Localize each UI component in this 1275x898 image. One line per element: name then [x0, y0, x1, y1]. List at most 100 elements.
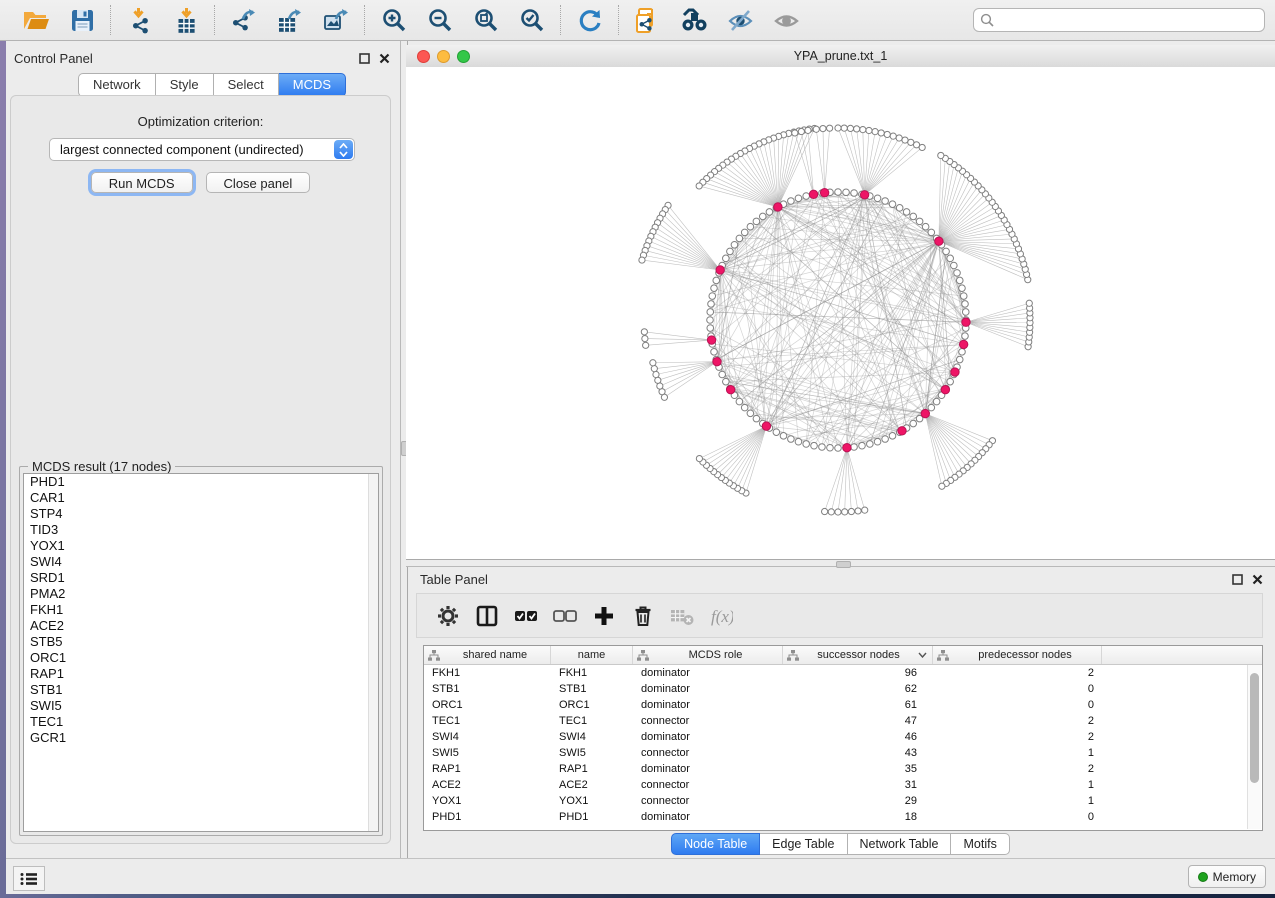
function-builder-button[interactable]: f(x)	[708, 603, 734, 629]
tab-mcds[interactable]: MCDS	[279, 73, 346, 97]
mcds-result-group: MCDS result (17 nodes) PHD1CAR1STP4TID3Y…	[19, 466, 383, 836]
screen: Control Panel NetworkStyleSelectMCDS Opt…	[0, 0, 1275, 898]
float-table-panel-icon[interactable]	[1232, 574, 1243, 585]
tab-network-table[interactable]: Network Table	[848, 833, 952, 855]
close-panel-icon[interactable]	[379, 53, 390, 64]
mcds-result-item[interactable]: CAR1	[24, 490, 378, 506]
mcds-result-item[interactable]: STB1	[24, 682, 378, 698]
zoom-out-button[interactable]	[425, 5, 455, 35]
mcds-result-item[interactable]: STP4	[24, 506, 378, 522]
zoom-in-button[interactable]	[379, 5, 409, 35]
mcds-result-item[interactable]: GCR1	[24, 730, 378, 746]
search-box[interactable]	[973, 8, 1265, 32]
node-table[interactable]: shared namenameMCDS rolesuccessor nodesp…	[423, 645, 1263, 831]
table-row[interactable]: ORC1ORC1dominator610	[424, 697, 1262, 713]
zoom-in-icon	[381, 7, 408, 34]
cell-name: YOX1	[551, 793, 633, 809]
search-network-button[interactable]	[679, 5, 709, 35]
toolbar-group	[620, 5, 814, 35]
columns-button[interactable]	[474, 603, 500, 629]
cell-shared-name: TEC1	[424, 713, 551, 729]
deselect-all-button[interactable]	[552, 603, 578, 629]
mcds-list-scrollbar[interactable]	[368, 474, 378, 831]
hide-selected-button[interactable]	[725, 5, 755, 35]
column-header-shared-name[interactable]: shared name	[424, 646, 551, 664]
zoom-selected-button[interactable]	[517, 5, 547, 35]
mcds-result-item[interactable]: FKH1	[24, 602, 378, 618]
tab-network[interactable]: Network	[78, 73, 156, 97]
mcds-result-item[interactable]: RAP1	[24, 666, 378, 682]
tab-motifs[interactable]: Motifs	[951, 833, 1009, 855]
mcds-result-item[interactable]: TEC1	[24, 714, 378, 730]
column-header-predecessor-nodes[interactable]: predecessor nodes	[933, 646, 1102, 664]
mcds-result-item[interactable]: STB5	[24, 634, 378, 650]
delete-row-button[interactable]	[630, 603, 656, 629]
import-network-button[interactable]	[125, 5, 155, 35]
table-row[interactable]: PHD1PHD1dominator180	[424, 809, 1262, 825]
export-network-button[interactable]	[229, 5, 259, 35]
table-row[interactable]: FKH1FKH1dominator962	[424, 665, 1262, 681]
mcds-result-item[interactable]: ACE2	[24, 618, 378, 634]
mcds-result-item[interactable]: TID3	[24, 522, 378, 538]
mcds-result-item[interactable]: ORC1	[24, 650, 378, 666]
table-scrollbar-thumb[interactable]	[1250, 673, 1259, 783]
export-table-button[interactable]	[275, 5, 305, 35]
table-row[interactable]: SWI4SWI4dominator462	[424, 729, 1262, 745]
horizontal-splitter[interactable]	[406, 559, 1275, 567]
network-graph[interactable]	[406, 67, 1275, 559]
cell-shared-name: RAP1	[424, 761, 551, 777]
cell-predecessor-nodes: 2	[933, 729, 1102, 745]
table-row[interactable]: YOX1YOX1connector291	[424, 793, 1262, 809]
tab-edge-table[interactable]: Edge Table	[760, 833, 847, 855]
import-table-button[interactable]	[171, 5, 201, 35]
add-row-button[interactable]	[591, 603, 617, 629]
tab-node-table[interactable]: Node Table	[671, 833, 760, 855]
close-panel-button[interactable]: Close panel	[206, 172, 311, 193]
mcds-result-item[interactable]: PHD1	[24, 474, 378, 490]
cell-name: FKH1	[551, 665, 633, 681]
gear-button[interactable]	[435, 603, 461, 629]
zoom-fit-button[interactable]	[471, 5, 501, 35]
column-header-MCDS-role[interactable]: MCDS role	[633, 646, 783, 664]
save-session-button[interactable]	[67, 5, 97, 35]
column-header-name[interactable]: name	[551, 646, 633, 664]
mcds-result-item[interactable]: YOX1	[24, 538, 378, 554]
network-canvas[interactable]	[406, 67, 1275, 559]
open-file-button[interactable]	[21, 5, 51, 35]
run-mcds-button[interactable]: Run MCDS	[91, 172, 193, 193]
close-table-panel-icon[interactable]	[1252, 574, 1263, 585]
optimization-criterion-label: Optimization criterion:	[11, 114, 390, 129]
delete-table-button[interactable]	[669, 603, 695, 629]
mcds-result-item[interactable]: SWI4	[24, 554, 378, 570]
task-history-button[interactable]	[13, 866, 45, 891]
table-row[interactable]: TEC1TEC1connector472	[424, 713, 1262, 729]
network-titlebar[interactable]: YPA_prune.txt_1	[406, 45, 1275, 68]
mcds-result-item[interactable]: PMA2	[24, 586, 378, 602]
cell-successor-nodes: 43	[783, 745, 933, 761]
show-all-button[interactable]	[771, 5, 801, 35]
mcds-result-list[interactable]: PHD1CAR1STP4TID3YOX1SWI4SRD1PMA2FKH1ACE2…	[23, 473, 379, 832]
select-stepper-icon[interactable]	[334, 140, 353, 159]
table-row[interactable]: STB1STB1dominator620	[424, 681, 1262, 697]
float-panel-icon[interactable]	[359, 53, 370, 64]
export-image-button[interactable]	[321, 5, 351, 35]
table-row[interactable]: SWI5SWI5connector431	[424, 745, 1262, 761]
tab-style[interactable]: Style	[156, 73, 214, 97]
memory-button[interactable]: Memory	[1188, 865, 1266, 888]
refresh-view-button[interactable]	[575, 5, 605, 35]
tab-select[interactable]: Select	[214, 73, 279, 97]
show-all-icon	[773, 7, 800, 34]
select-all-button[interactable]	[513, 603, 539, 629]
search-network-icon	[681, 7, 708, 34]
criterion-select[interactable]: largest connected component (undirected)	[49, 138, 355, 161]
table-row[interactable]: ACE2ACE2connector311	[424, 777, 1262, 793]
cell-name: ACE2	[551, 777, 633, 793]
mcds-result-item[interactable]: SRD1	[24, 570, 378, 586]
cell-successor-nodes: 61	[783, 697, 933, 713]
table-row[interactable]: RAP1RAP1dominator352	[424, 761, 1262, 777]
table-scrollbar[interactable]	[1247, 665, 1261, 829]
clone-network-button[interactable]	[633, 5, 663, 35]
column-header-successor-nodes[interactable]: successor nodes	[783, 646, 933, 664]
search-input[interactable]	[1000, 10, 1259, 32]
mcds-result-item[interactable]: SWI5	[24, 698, 378, 714]
